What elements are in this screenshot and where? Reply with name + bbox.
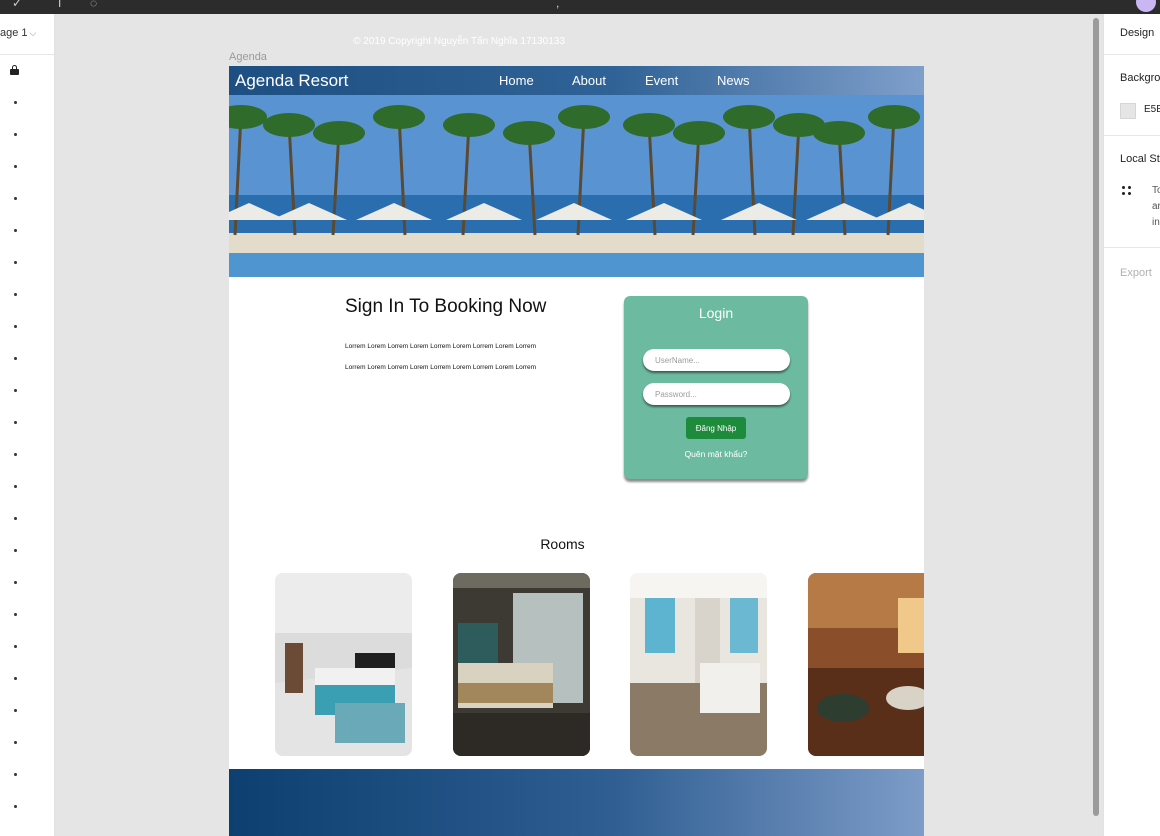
site-navbar: Agenda Resort Home About Event News <box>229 66 924 95</box>
layer-row-dot[interactable] <box>14 549 17 552</box>
text-tool-icon[interactable]: T <box>56 0 63 10</box>
nav-about[interactable]: About <box>572 73 606 88</box>
canvas-scrollbar[interactable] <box>1093 18 1099 816</box>
layer-row-dot[interactable] <box>14 389 17 392</box>
username-input[interactable] <box>643 349 790 371</box>
forgot-password-link[interactable]: Quên mật khẩu? <box>624 449 808 459</box>
layer-row-dot[interactable] <box>14 645 17 648</box>
layer-row-dot[interactable] <box>14 261 17 264</box>
design-panel: Design Backgrou E5E Local St To ar in Ex… <box>1103 14 1160 836</box>
local-styles-text-3: in <box>1152 217 1160 228</box>
divider <box>1104 247 1160 248</box>
local-styles-label: Local St <box>1120 153 1160 165</box>
layer-row-dot[interactable] <box>14 677 17 680</box>
background-label: Backgrou <box>1120 72 1160 84</box>
layer-row-dot[interactable] <box>14 421 17 424</box>
login-submit-button[interactable]: Đăng Nhập <box>686 417 746 439</box>
layer-row-dot[interactable] <box>14 805 17 808</box>
rooms-title: Rooms <box>540 536 585 552</box>
layer-row-dot[interactable] <box>14 165 17 168</box>
layer-row-dot[interactable] <box>14 741 17 744</box>
layer-row-dot[interactable] <box>14 293 17 296</box>
move-tool-icon[interactable]: ✓ <box>12 0 22 10</box>
login-card: Login Đăng Nhập Quên mật khẩu? <box>624 296 808 479</box>
tab-design[interactable]: Design <box>1120 27 1154 39</box>
layer-row-dot[interactable] <box>14 197 17 200</box>
nav-event[interactable]: Event <box>645 73 678 88</box>
site-footer <box>229 769 924 836</box>
footer-copyright: © 2019 Copyright Nguyễn Tấn Nghĩa 171301… <box>353 36 565 47</box>
menu-icon[interactable]: , <box>556 0 559 10</box>
background-color-swatch[interactable] <box>1120 103 1136 119</box>
layers-panel: age 1 ⌵ <box>0 14 55 836</box>
local-styles-text-1: To <box>1152 185 1160 196</box>
editor-toolbar: ✓ T ◌ , <box>0 0 1160 14</box>
signin-title: Sign In To Booking Now <box>345 296 547 317</box>
site-brand[interactable]: Agenda Resort <box>235 71 348 91</box>
login-title: Login <box>698 305 734 321</box>
nav-home[interactable]: Home <box>499 73 534 88</box>
background-hex-value[interactable]: E5E <box>1144 104 1160 115</box>
password-input[interactable] <box>643 383 790 405</box>
lorem-line-1: Lorrem Lorem Lorrem Lorem Lorrem Lorem L… <box>345 343 537 350</box>
layer-row-dot[interactable] <box>14 485 17 488</box>
divider <box>1104 135 1160 136</box>
layer-row-dot[interactable] <box>14 133 17 136</box>
room-image-3[interactable] <box>630 573 767 756</box>
layer-row-dot[interactable] <box>14 101 17 104</box>
room-image-4[interactable] <box>808 573 924 756</box>
local-styles-text-2: ar <box>1152 201 1160 212</box>
layer-row-dot[interactable] <box>14 453 17 456</box>
layer-row-dot[interactable] <box>14 773 17 776</box>
layer-row-dot[interactable] <box>14 229 17 232</box>
divider <box>0 54 54 55</box>
comment-tool-icon[interactable]: ◌ <box>90 0 97 10</box>
layer-row-dot[interactable] <box>14 581 17 584</box>
frame-label[interactable]: Agenda <box>229 51 267 63</box>
divider <box>1104 54 1160 55</box>
room-image-1[interactable] <box>275 573 412 756</box>
website-frame[interactable]: Agenda Resort Home About Event News Sign… <box>229 66 924 836</box>
export-label[interactable]: Export <box>1120 267 1152 279</box>
nav-news[interactable]: News <box>717 73 750 88</box>
user-avatar[interactable] <box>1136 0 1156 12</box>
layer-row-dot[interactable] <box>14 709 17 712</box>
hero-beach-image <box>229 95 924 277</box>
room-image-2[interactable] <box>453 573 590 756</box>
layer-row-dot[interactable] <box>14 613 17 616</box>
layer-row-dot[interactable] <box>14 517 17 520</box>
layer-row-dot[interactable] <box>14 357 17 360</box>
layer-row-dot[interactable] <box>14 325 17 328</box>
lorem-line-2: Lorrem Lorem Lorrem Lorem Lorrem Lorem L… <box>345 364 537 371</box>
lock-icon[interactable] <box>10 65 19 75</box>
styles-grid-icon[interactable] <box>1122 186 1132 196</box>
